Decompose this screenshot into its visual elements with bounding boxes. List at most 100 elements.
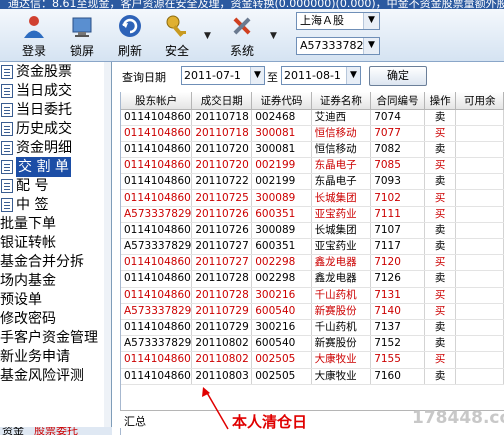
table-header-row: 股东帐户 成交日期 证券代码 证券名称 合同编号 操作 可用余: [121, 92, 504, 110]
column-header-security-name[interactable]: 证券名称: [311, 92, 372, 110]
query-bar: 查询日期 2011-07-1 ▼ 至 2011-08-1 ▼ 确定: [112, 62, 504, 90]
sidebar-item-change-password[interactable]: 修改密码: [0, 309, 111, 329]
security-button[interactable]: 安全: [155, 11, 199, 59]
market-select[interactable]: 上海Ａ股 ▼: [296, 12, 380, 30]
account-select[interactable]: A57333782９ ▼: [296, 37, 380, 55]
table-cell-available: [455, 254, 504, 272]
end-date-field[interactable]: 2011-08-1 ▼: [281, 66, 361, 85]
security-dropdown-arrow-icon[interactable]: ▼: [204, 31, 214, 41]
table-row[interactable]: A573337829 20110802 600540 新赛股份 7152 卖: [121, 335, 504, 353]
security-label: 安全: [164, 44, 189, 58]
table-row[interactable]: A573337829 20110726 600351 亚宝药业 7111 买: [121, 206, 504, 223]
table-row[interactable]: 0114104860 20110728 300216 千山药机 7131 买: [121, 287, 504, 304]
top-banner-text: 通达信：8.61至现金，客户资源在安全及理，资金转换(0.000000)(0.0…: [8, 0, 504, 9]
table-cell-contract: 7152: [370, 335, 425, 353]
summary-label: 汇总: [124, 415, 146, 428]
lock-screen-button[interactable]: 锁屏: [60, 11, 104, 59]
sidebar-item-label: 修改密码: [0, 311, 56, 327]
table-cell-contract: 7131: [370, 287, 425, 304]
table-row[interactable]: 0114104860 20110722 002199 东晶电子 7093 卖: [121, 173, 504, 191]
table-cell-code: 002505: [251, 368, 312, 385]
sidebar-item-today-orders[interactable]: 当日委托: [0, 100, 111, 120]
sidebar-item-label: 当日成交: [16, 83, 72, 99]
sidebar-item-label: 当日委托: [16, 102, 72, 118]
table-row[interactable]: A573337829 20110727 600351 亚宝药业 7117 卖: [121, 238, 504, 256]
sidebar-item-label: 交 割 单: [16, 157, 71, 177]
sidebar-item-label: 资金明细: [16, 140, 72, 156]
sidebar-item-batch-order[interactable]: 批量下单: [0, 214, 111, 234]
table-cell-date: 20110720: [191, 141, 253, 159]
table-cell-code: 300081: [251, 125, 312, 142]
table-cell-code: 002505: [251, 351, 312, 369]
table-cell-operation: 卖: [424, 173, 457, 191]
table-row[interactable]: 0114104860 20110803 002505 大康牧业 7160 卖: [121, 368, 504, 385]
system-button[interactable]: 系统: [220, 11, 264, 59]
sidebar-item-client-funds[interactable]: 手客户资金管理: [0, 328, 111, 348]
column-header-operation[interactable]: 操作: [424, 92, 457, 110]
table-row[interactable]: 0114104860 20110720 002199 东晶电子 7085 买: [121, 157, 504, 175]
sidebar-item-lottery-win[interactable]: 中 签: [0, 195, 111, 215]
column-header-contract-no[interactable]: 合同编号: [370, 92, 425, 110]
sidebar-item-label: 中 签: [16, 197, 49, 213]
table-cell-available: [455, 335, 504, 353]
table-row[interactable]: 0114104860 20110802 002505 大康牧业 7155 买: [121, 351, 504, 369]
table-row[interactable]: 0114104860 20110726 300089 长城集团 7107 卖: [121, 222, 504, 240]
end-date-value: 2011-08-1: [284, 69, 341, 82]
sidebar-nav: 资金股票 当日成交 当日委托 历史成交 资金明细 交 割 单 配 号 中 签 批…: [0, 62, 112, 427]
table-cell-available: [455, 173, 504, 191]
table-cell-code: 002199: [251, 173, 312, 191]
column-header-account[interactable]: 股东帐户: [121, 92, 193, 110]
refresh-button[interactable]: 刷新: [108, 11, 152, 59]
sidebar-scrollbar[interactable]: [104, 62, 111, 427]
table-cell-account: 0114104860: [121, 287, 193, 304]
table-cell-date: 20110726: [191, 222, 253, 240]
table-cell-date: 20110728: [191, 270, 253, 288]
table-row[interactable]: 0114104860 20110728 002298 鑫龙电器 7126 卖: [121, 270, 504, 288]
sidebar-item-today-trades[interactable]: 当日成交: [0, 81, 111, 101]
table-cell-name: 大康牧业: [311, 368, 372, 385]
table-cell-account: 0114104860: [121, 319, 193, 337]
table-row[interactable]: 0114104860 20110725 300089 长城集团 7102 买: [121, 189, 504, 207]
table-row[interactable]: A573337829 20110729 600540 新赛股份 7140 买: [121, 303, 504, 320]
sidebar-item-exchange-fund[interactable]: 场内基金: [0, 271, 111, 291]
table-row[interactable]: 0114104860 20110720 300081 恒信移动 7082 卖: [121, 141, 504, 159]
confirm-button[interactable]: 确定: [369, 66, 427, 86]
table-cell-account: A573337829: [121, 335, 193, 353]
sidebar-item-settlement[interactable]: 交 割 单: [0, 157, 111, 177]
table-cell-account: 0114104860: [121, 157, 193, 175]
table-cell-operation: 买: [424, 206, 457, 223]
table-cell-contract: 7085: [370, 157, 425, 175]
login-button[interactable]: 登录: [12, 11, 56, 59]
tab-funds[interactable]: 资金: [2, 427, 24, 435]
start-date-field[interactable]: 2011-07-1 ▼: [181, 66, 265, 85]
sidebar-item-funds-stocks[interactable]: 资金股票: [0, 62, 111, 82]
sidebar-item-new-business[interactable]: 新业务申请: [0, 347, 111, 367]
table-cell-account: 0114104860: [121, 189, 193, 207]
table-cell-name: 恒信移动: [311, 125, 372, 142]
table-cell-operation: 买: [424, 157, 457, 175]
column-header-security-code[interactable]: 证券代码: [251, 92, 312, 110]
table-cell-date: 20110718: [191, 125, 253, 142]
system-dropdown-arrow-icon[interactable]: ▼: [270, 31, 280, 41]
table-row[interactable]: 0114104860 20110729 300216 千山药机 7137 卖: [121, 319, 504, 337]
sidebar-item-fund-risk-test[interactable]: 基金风险评测: [0, 366, 111, 386]
table-cell-operation: 卖: [424, 222, 457, 240]
table-cell-date: 20110729: [191, 303, 253, 320]
sidebar-item-fund-details[interactable]: 资金明细: [0, 138, 111, 158]
column-header-available[interactable]: 可用余: [455, 92, 504, 110]
table-row[interactable]: 0114104860 20110718 002468 艾迪西 7074 卖: [121, 109, 504, 126]
column-header-trade-date[interactable]: 成交日期: [191, 92, 253, 110]
sidebar-item-preset-order[interactable]: 预设单: [0, 290, 111, 310]
table-cell-operation: 买: [424, 125, 457, 142]
tab-stock-orders[interactable]: 股票委托: [34, 427, 78, 435]
chevron-down-icon: ▼: [363, 38, 379, 54]
sidebar-item-history-trades[interactable]: 历史成交: [0, 119, 111, 139]
table-row[interactable]: 0114104860 20110718 300081 恒信移动 7077 买: [121, 125, 504, 142]
table-cell-account: A573337829: [121, 206, 193, 223]
sidebar-item-label: 基金风险评测: [0, 368, 84, 384]
sidebar-item-fund-merge-split[interactable]: 基金合并分拆: [0, 252, 111, 272]
sidebar-item-bank-transfer[interactable]: 银证转帐: [0, 233, 111, 253]
sidebar-item-allotment[interactable]: 配 号: [0, 176, 111, 196]
table-row[interactable]: 0114104860 20110727 002298 鑫龙电器 7120 买: [121, 254, 504, 272]
table-cell-date: 20110718: [191, 109, 253, 126]
